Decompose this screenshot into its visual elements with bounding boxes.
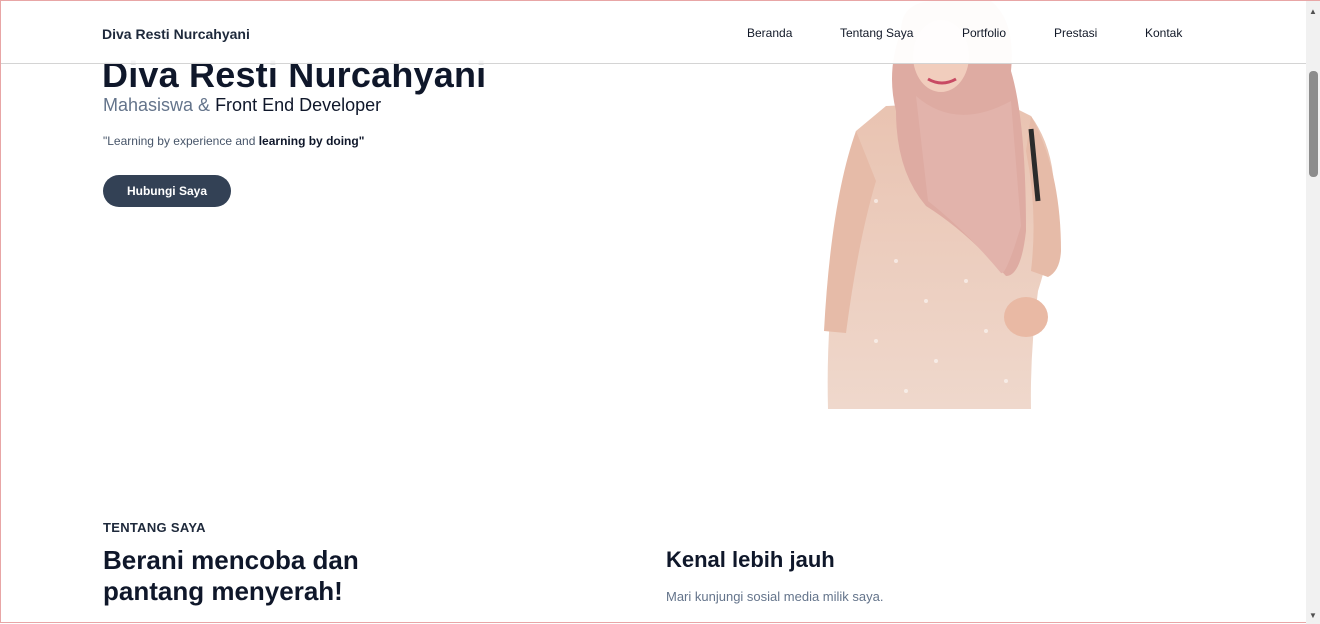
social-description: Mari kunjungi sosial media milik saya.	[666, 589, 884, 604]
nav-link-tentang-saya[interactable]: Tentang Saya	[840, 26, 913, 40]
subtitle-role: Mahasiswa &	[103, 95, 211, 115]
scroll-down-arrow-icon[interactable]: ▼	[1309, 611, 1317, 620]
quote-emphasis: learning by doing"	[258, 134, 365, 148]
navbar: Diva Resti Nurcahyani Beranda Tentang Sa…	[1, 1, 1306, 64]
brand-logo[interactable]: Diva Resti Nurcahyani	[102, 26, 250, 42]
hero-quote: "Learning by experience and learning by …	[103, 134, 364, 148]
quote-text: "Learning by experience and	[103, 134, 256, 148]
nav-link-kontak[interactable]: Kontak	[1145, 26, 1182, 40]
section-title-line1: Berani mencoba dan	[103, 545, 359, 575]
section-title-line2: pantang menyerah!	[103, 576, 343, 606]
scroll-up-arrow-icon[interactable]: ▲	[1309, 7, 1317, 16]
nav-link-beranda[interactable]: Beranda	[747, 26, 792, 40]
subtitle-job: Front End Developer	[215, 95, 382, 115]
scrollbar-thumb[interactable]	[1309, 71, 1318, 177]
social-title: Kenal lebih jauh	[666, 547, 835, 572]
section-eyebrow: TENTANG SAYA	[103, 520, 206, 535]
contact-button[interactable]: Hubungi Saya	[103, 175, 231, 207]
section-title: Berani mencoba dan pantang menyerah!	[103, 545, 359, 607]
hero-subtitle: Mahasiswa & Front End Developer	[103, 95, 381, 116]
nav-link-portfolio[interactable]: Portfolio	[962, 26, 1006, 40]
nav-link-prestasi[interactable]: Prestasi	[1054, 26, 1097, 40]
